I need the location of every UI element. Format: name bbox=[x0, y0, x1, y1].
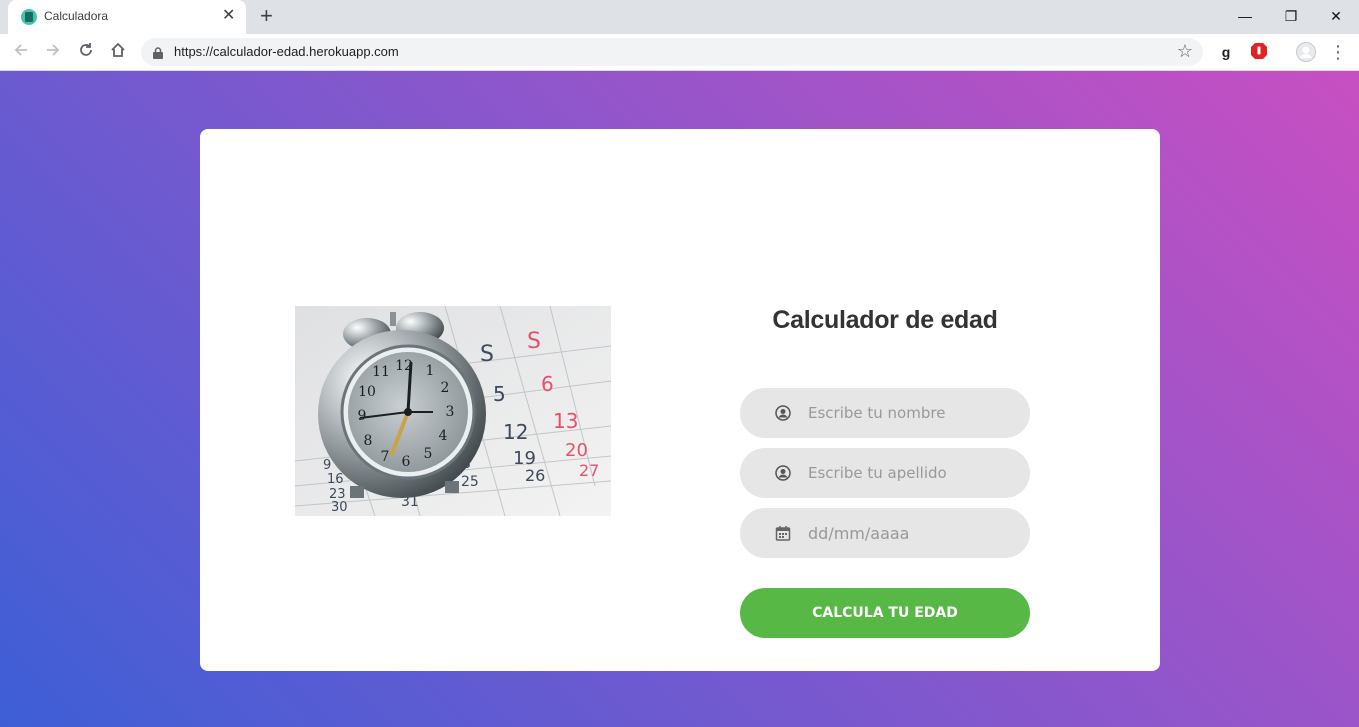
surname-field bbox=[740, 448, 1030, 498]
clock-numeral: 10 bbox=[358, 384, 376, 400]
browser-toolbar: https://calculador-edad.herokuapp.com ☆ … bbox=[0, 34, 1359, 71]
new-tab-button[interactable]: + bbox=[260, 4, 273, 28]
calculator-card: S S 5 6 12 13 19 20 26 27 9 16 23 30 18 … bbox=[200, 129, 1160, 671]
user-circle-icon bbox=[775, 405, 791, 421]
birthdate-field bbox=[740, 508, 1030, 558]
window-close-button[interactable]: ✕ bbox=[1313, 4, 1359, 28]
surname-input[interactable] bbox=[808, 448, 1008, 498]
calendar-number: 27 bbox=[579, 461, 599, 480]
calendar-number: 25 bbox=[461, 474, 479, 490]
calculator-favicon-icon bbox=[21, 9, 37, 25]
clock-numeral: 4 bbox=[439, 428, 448, 444]
clock-numeral: 1 bbox=[426, 363, 435, 379]
clock-numeral: 9 bbox=[358, 408, 367, 424]
minimize-button[interactable]: — bbox=[1222, 4, 1268, 28]
clock-numeral: 8 bbox=[364, 433, 373, 449]
calendar-number: 16 bbox=[327, 472, 344, 487]
calendar-number: 5 bbox=[493, 382, 506, 406]
clock-numeral: 11 bbox=[372, 364, 390, 380]
adblock-extension-icon[interactable] bbox=[1249, 42, 1269, 62]
url-text[interactable]: https://calculador-edad.herokuapp.com bbox=[174, 44, 399, 59]
extension-g-icon[interactable]: g bbox=[1216, 42, 1236, 62]
user-circle-icon bbox=[775, 465, 791, 481]
clock-numeral: 5 bbox=[424, 446, 433, 462]
restore-button[interactable]: ❐ bbox=[1268, 4, 1314, 28]
calendar-number: 13 bbox=[553, 409, 578, 433]
name-field bbox=[740, 388, 1030, 438]
page-background: S S 5 6 12 13 19 20 26 27 9 16 23 30 18 … bbox=[0, 71, 1359, 727]
menu-kebab-icon[interactable]: ⋮ bbox=[1328, 42, 1348, 62]
calendar-number: 9 bbox=[323, 458, 331, 473]
address-bar[interactable]: https://calculador-edad.herokuapp.com ☆ bbox=[141, 38, 1203, 66]
calendar-number: 6 bbox=[541, 372, 554, 396]
back-arrow-icon[interactable] bbox=[10, 41, 32, 63]
calendar-number: S bbox=[480, 342, 494, 367]
name-input[interactable] bbox=[808, 388, 1008, 438]
clock-numeral: 3 bbox=[446, 404, 455, 420]
calculate-age-button[interactable]: CALCULA TU EDAD bbox=[740, 588, 1030, 638]
home-icon[interactable] bbox=[107, 41, 129, 63]
clock-numeral: 6 bbox=[402, 454, 411, 470]
tab-strip: Calculadora ✕ + — ❐ ✕ bbox=[0, 0, 1359, 34]
forward-arrow-icon[interactable] bbox=[42, 41, 64, 63]
calendar-number: 26 bbox=[525, 466, 545, 485]
calendar-number: 20 bbox=[565, 440, 588, 461]
calendar-number: 30 bbox=[331, 500, 348, 515]
alarm-clock-calendar-image: S S 5 6 12 13 19 20 26 27 9 16 23 30 18 … bbox=[295, 306, 611, 516]
lock-icon bbox=[153, 46, 163, 59]
bookmark-star-icon[interactable]: ☆ bbox=[1177, 41, 1193, 62]
browser-tab[interactable]: Calculadora ✕ bbox=[8, 0, 246, 34]
calendar-icon bbox=[775, 525, 791, 541]
profile-avatar-icon[interactable] bbox=[1296, 42, 1316, 62]
clock-numeral: 2 bbox=[441, 380, 450, 396]
calendar-number: 12 bbox=[503, 420, 528, 444]
tab-title: Calculadora bbox=[44, 9, 109, 23]
clock-numeral: 7 bbox=[381, 449, 390, 465]
form-title: Calculador de edad bbox=[772, 306, 998, 334]
calendar-number: S bbox=[527, 329, 541, 354]
reload-icon[interactable] bbox=[75, 41, 97, 63]
tab-close-icon[interactable]: ✕ bbox=[222, 7, 235, 25]
birthdate-input[interactable] bbox=[808, 508, 1008, 558]
